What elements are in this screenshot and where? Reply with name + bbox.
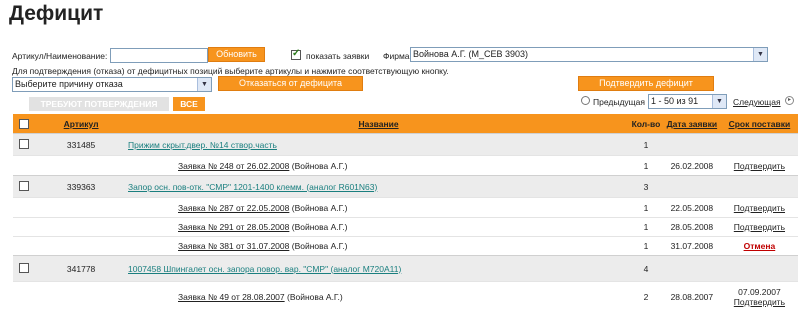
article-cell: 341778 [34,255,129,282]
show-requests-label: показать заявки [306,51,370,61]
select-all-checkbox[interactable] [18,118,29,129]
date-header[interactable]: Дата заявки [662,114,721,134]
qty-cell: 1 [629,217,663,237]
date-cell: 28.08.2007 [662,281,721,312]
table-row: Заявка № 291 от 28.05.2008 (Войнова А.Г.… [13,217,798,237]
refuse-deficit-button[interactable]: Отказаться от дефицита [218,76,363,91]
order-person: (Войнова А.Г.) [291,241,348,251]
firm-select-value: Войнова А.Г. (М_СЕВ 3903) [413,49,529,59]
prev-page-radio[interactable] [581,96,590,105]
row-checkbox[interactable] [18,262,29,273]
order-link[interactable]: Заявка № 381 от 31.07.2008 [178,241,289,251]
page-range-select[interactable]: 1 - 50 из 91 ▼ [648,94,727,109]
order-person: (Войнова А.Г.) [291,202,348,213]
refresh-button[interactable]: Обновить [208,47,265,62]
term-date: 07.09.2007 [738,286,781,297]
show-requests-checkbox[interactable] [291,48,301,60]
row-checkbox[interactable] [18,180,29,191]
tab-all[interactable]: ВСЕ [173,97,205,111]
table-row: Заявка № 287 от 22.05.2008 (Войнова А.Г.… [13,197,798,218]
chevron-down-icon: ▼ [712,95,726,108]
order-link[interactable]: Заявка № 49 от 28.08.2007 [178,292,285,302]
select-all-header [13,114,35,134]
page-title: Дефицит [9,2,104,25]
item-name-link[interactable]: Прижим скрыт.двер. №14 створ.часть [128,140,277,150]
date-cell: 31.07.2008 [662,236,721,256]
confirm-link[interactable]: Подтвердить [734,161,785,171]
qty-cell: 1 [629,197,663,218]
term-header[interactable]: Срок поставки [720,114,798,134]
deficit-table: Артикул Название Кол-во Дата заявки Срок… [13,114,798,312]
article-cell: 339363 [34,175,129,198]
date-cell: 28.05.2008 [662,217,721,237]
qty-cell: 3 [629,175,663,198]
table-row: Заявка № 381 от 31.07.2008 (Войнова А.Г.… [13,236,798,256]
confirm-link[interactable]: Подтвердить [734,203,785,213]
order-person: (Войнова А.Г.) [287,291,343,302]
confirm-deficit-button[interactable]: Подтвердить дефицит [578,76,714,91]
order-link[interactable]: Заявка № 248 от 26.02.2008 [178,161,289,171]
row-checkbox[interactable] [18,138,29,149]
table-row: 339363 Запор осн. пов-отк. "СМР" 1201-14… [13,175,798,198]
qty-cell: 2 [629,281,663,312]
table-row: Заявка № 248 от 26.02.2008 (Войнова А.Г.… [13,155,798,176]
chevron-down-icon: ▼ [197,78,211,91]
table-header: Артикул Название Кол-во Дата заявки Срок… [13,114,798,134]
date-cell: 26.02.2008 [662,155,721,176]
tab-pending[interactable]: ТРЕБУЮТ ПОТВЕРЖДЕНИЯ [29,97,169,111]
item-name-link[interactable]: Запор осн. пов-отк. "СМР" 1201-1400 клем… [128,182,377,192]
article-label: Артикул/Наименование: [12,51,108,61]
article-header[interactable]: Артикул [34,114,129,134]
reason-select[interactable]: Выберите причину отказа ▼ [12,77,212,92]
article-input[interactable] [110,48,208,63]
item-name-link[interactable]: 1007458 Шпингалет осн. запора повор. вар… [128,264,401,274]
article-cell: 331485 [34,133,129,156]
page-range-value: 1 - 50 из 91 [651,96,699,106]
confirm-link[interactable]: Подтвердить [721,297,798,307]
qty-cell: 4 [629,255,663,282]
qty-cell: 1 [629,133,663,156]
reason-select-value: Выберите причину отказа [15,79,123,89]
order-person: (Войнова А.Г.) [291,160,348,171]
order-link[interactable]: Заявка № 291 от 28.05.2008 [178,222,289,232]
confirm-link[interactable]: Подтвердить [734,222,785,232]
prev-page-link[interactable]: Предыдущая [593,97,645,107]
table-row: 331485 Прижим скрыт.двер. №14 створ.част… [13,133,798,156]
cancel-link[interactable]: Отмена [744,241,776,251]
firm-label: Фирма: [383,51,412,61]
next-page-link[interactable]: Следующая [733,97,781,107]
table-row: 341778 1007458 Шпингалет осн. запора пов… [13,255,798,282]
chevron-down-icon: ▼ [753,48,767,61]
firm-select[interactable]: Войнова А.Г. (М_СЕВ 3903) ▼ [410,47,768,62]
qty-cell: 1 [629,236,663,256]
qty-cell: 1 [629,155,663,176]
date-cell: 22.05.2008 [662,197,721,218]
qty-header: Кол-во [629,114,663,134]
table-row: Заявка № 49 от 28.08.2007 (Войнова А.Г.)… [13,281,798,312]
instruction-text: Для подтверждения (отказа) от дефицитных… [12,66,449,76]
order-link[interactable]: Заявка № 287 от 22.05.2008 [178,203,289,213]
next-arrow-icon[interactable]: ▸ [785,96,794,105]
name-header[interactable]: Название [128,114,630,134]
order-person: (Войнова А.Г.) [291,222,348,232]
